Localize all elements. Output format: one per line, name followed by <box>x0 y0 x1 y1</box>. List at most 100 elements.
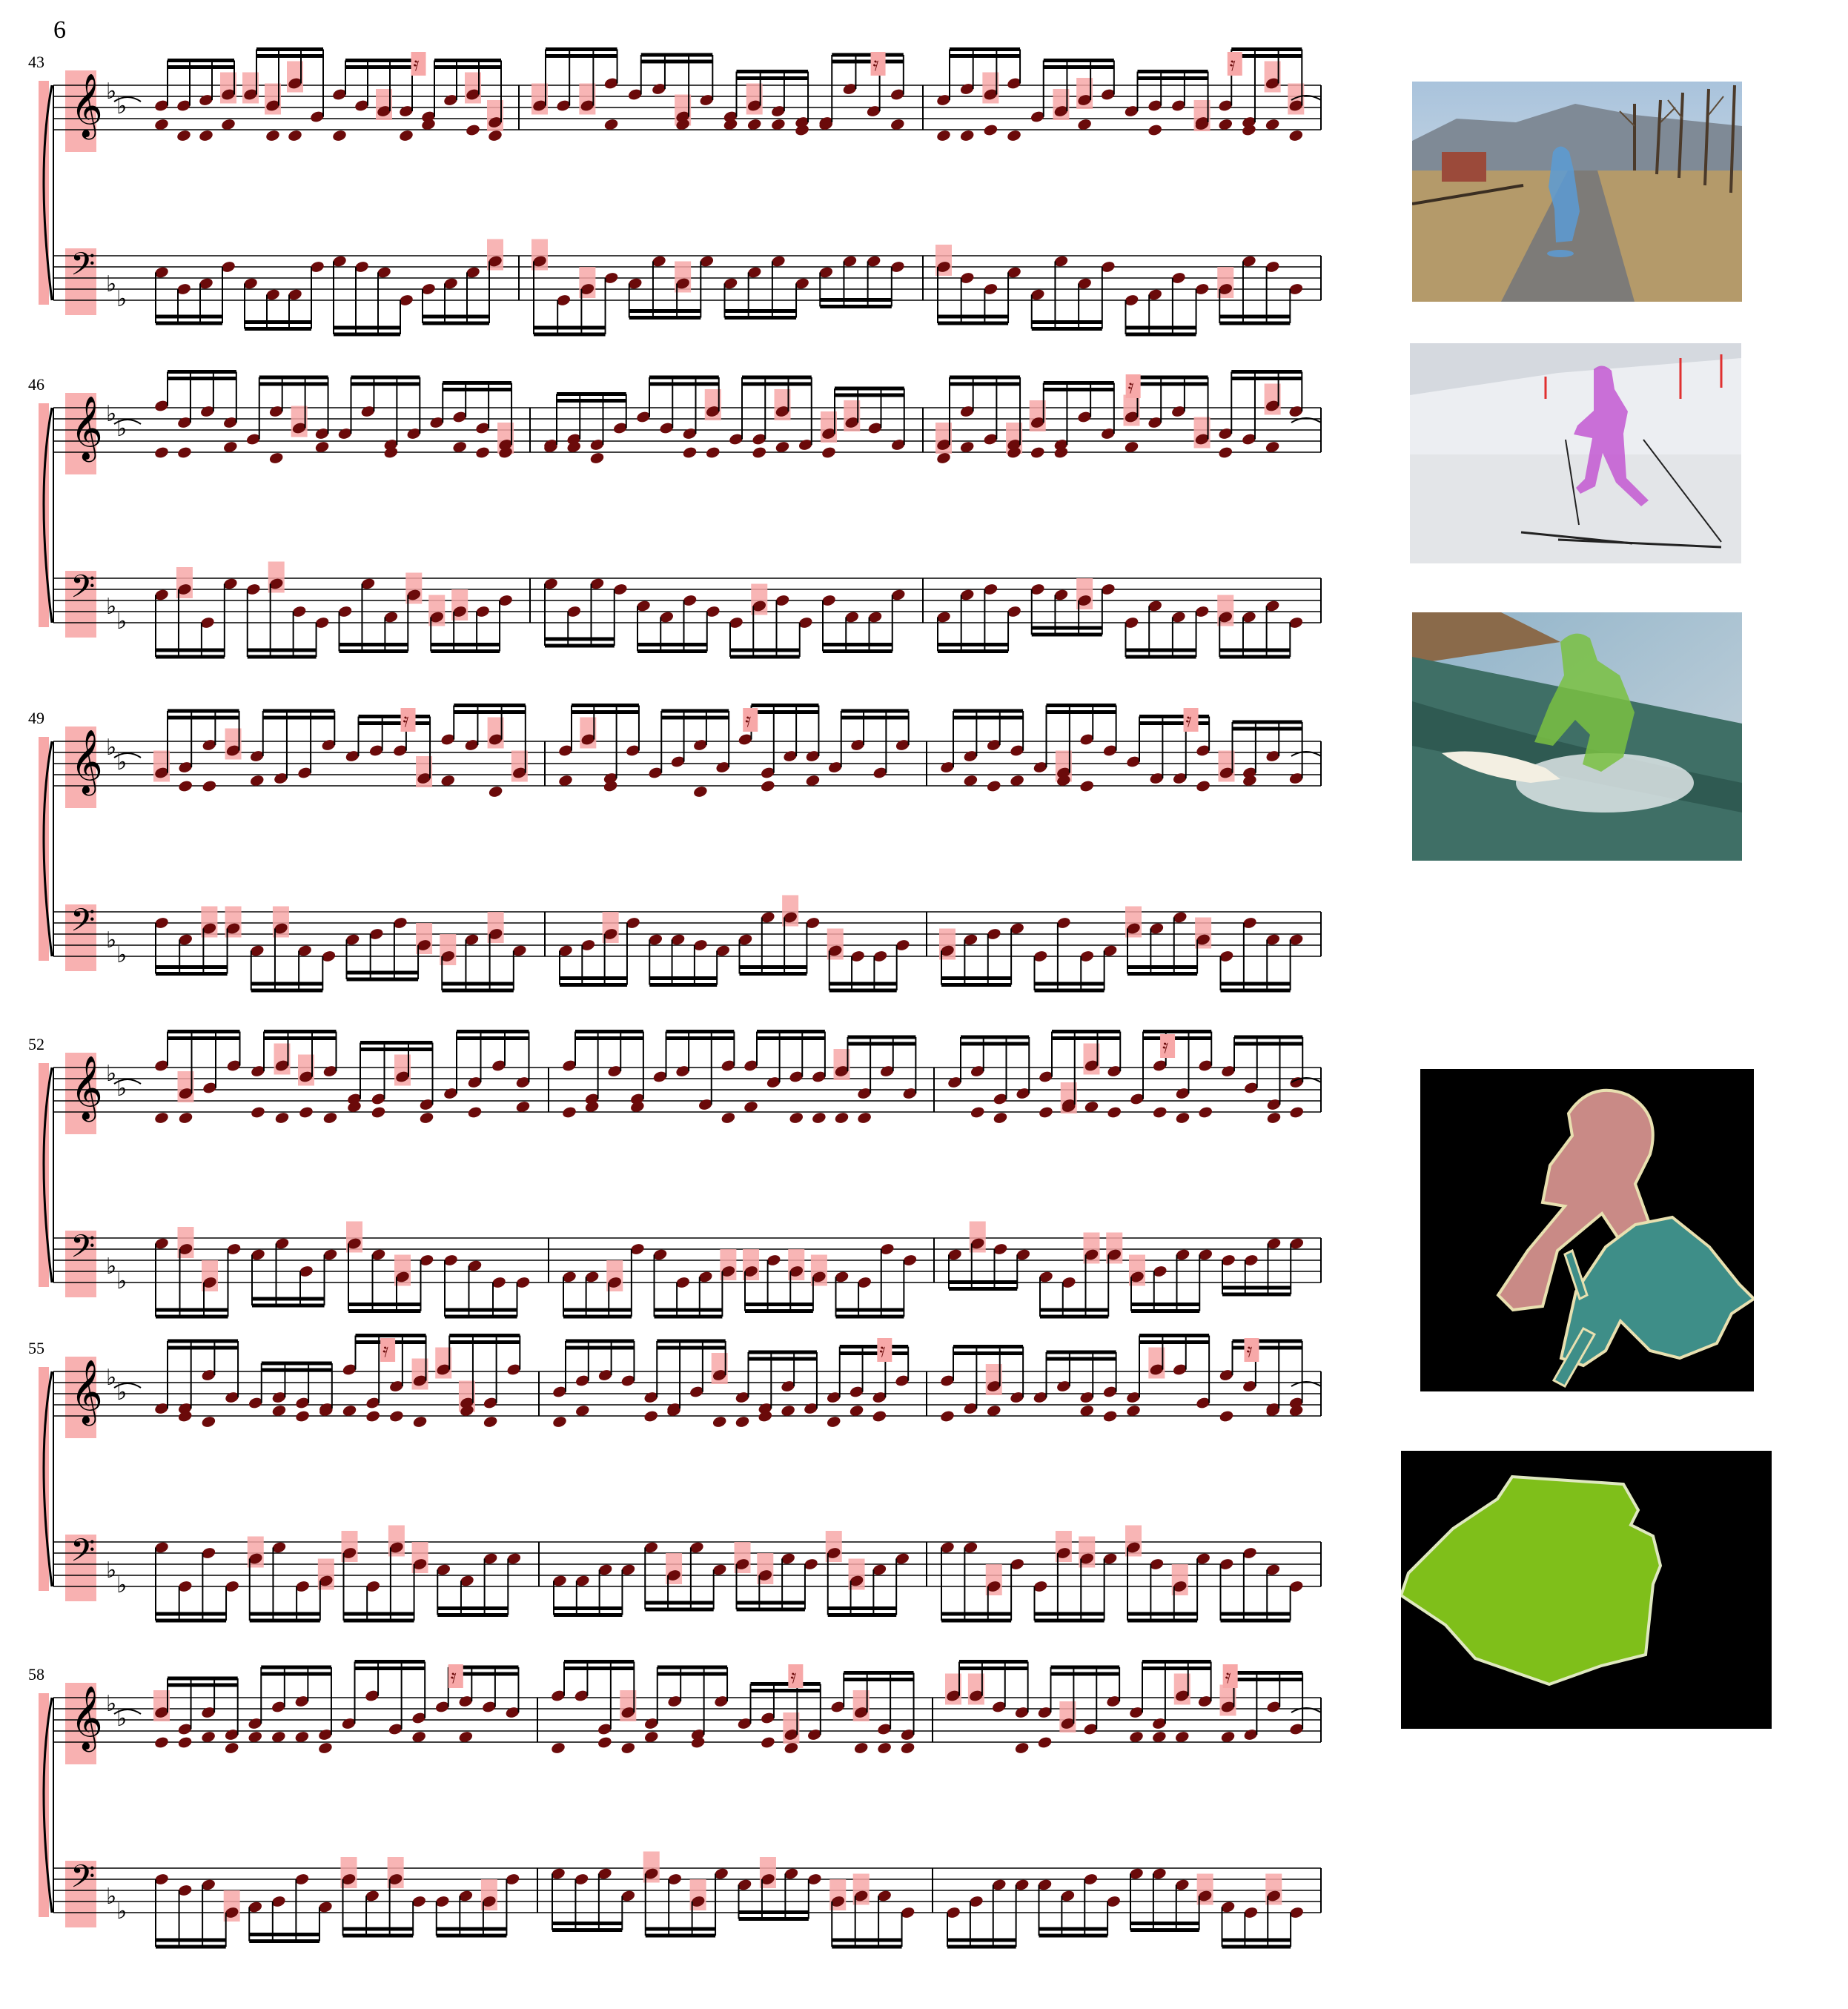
notehead <box>177 130 191 141</box>
notehead <box>552 1743 565 1753</box>
notehead <box>323 1113 337 1123</box>
notehead <box>854 1743 868 1753</box>
rest-icon: 𝄿 <box>790 1666 796 1688</box>
staff-graphics: 𝄞 ♭♭𝄢 ♭♭𝄿 <box>39 1030 1322 1319</box>
notehead <box>1290 1107 1303 1118</box>
bass-clef-icon: 𝄢 <box>70 246 95 291</box>
page-number: 6 <box>53 16 66 44</box>
staff-graphics: 𝄞 ♭♭𝄢 ♭♭𝄿 𝄿 𝄿 <box>39 1660 1322 1949</box>
thumbnail-mask-object <box>1401 1451 1772 1729</box>
measure-number: 55 <box>28 1339 44 1357</box>
measure-number: 46 <box>28 375 44 394</box>
notehead <box>878 1743 891 1753</box>
flat-icon: ♭ <box>106 271 116 297</box>
flat-icon: ♭ <box>116 942 127 968</box>
notehead <box>789 1113 803 1123</box>
notehead <box>822 447 835 458</box>
notehead <box>178 447 191 458</box>
notehead <box>827 1417 841 1427</box>
notehead <box>179 1113 193 1123</box>
notehead <box>202 1417 216 1427</box>
notehead <box>1153 1107 1167 1118</box>
thumbnail-surfer <box>1412 612 1742 861</box>
notehead <box>1039 1107 1053 1118</box>
notehead <box>761 1737 775 1748</box>
notehead <box>1080 781 1093 792</box>
notehead <box>1219 447 1232 458</box>
notehead <box>683 447 697 458</box>
treble-clef-icon: 𝄞 <box>70 1056 103 1122</box>
notehead <box>1103 1411 1117 1422</box>
notehead <box>835 1113 849 1123</box>
music-system: 49 𝄞 ♭ ♭ 𝄢 ♭ ♭ 𝄿 𝄿 𝄿 <box>0 704 1334 1053</box>
notehead <box>333 130 346 141</box>
flat-icon: ♭ <box>106 1558 116 1583</box>
flat-icon: ♭ <box>116 609 127 635</box>
notehead <box>1015 1743 1029 1753</box>
notehead <box>761 781 775 792</box>
bass-clef-icon: 𝄢 <box>70 902 95 947</box>
rest-icon: 𝄿 <box>1225 1666 1231 1688</box>
notehead <box>269 453 283 463</box>
notehead <box>621 1743 635 1753</box>
rest-icon: 𝄿 <box>1186 709 1192 732</box>
notehead <box>712 1417 726 1427</box>
notehead <box>553 1417 566 1427</box>
staff-graphics: 𝄞 ♭♭𝄢 ♭♭𝄿 𝄿 𝄿 <box>39 47 1322 337</box>
notehead <box>466 125 480 136</box>
notehead <box>971 1107 984 1118</box>
notehead <box>1289 130 1303 141</box>
notehead <box>987 781 1001 792</box>
notehead <box>476 447 489 458</box>
notehead <box>590 453 604 463</box>
thumbnail-mask-person-bicycle <box>1420 1069 1754 1391</box>
music-system: 58 𝄞 ♭ ♭ 𝄢 ♭ ♭ 𝄿 𝄿 𝄿 <box>0 1660 1334 2009</box>
treble-clef-icon: 𝄞 <box>70 1360 103 1426</box>
rest-icon: 𝄿 <box>745 709 751 732</box>
notehead <box>319 1743 332 1753</box>
notehead <box>1031 447 1044 458</box>
notehead <box>872 1411 887 1422</box>
notehead <box>288 130 302 141</box>
notehead <box>178 1737 192 1748</box>
notehead <box>984 125 998 136</box>
rest-icon: 𝄿 <box>382 1340 388 1362</box>
rest-icon: 𝄿 <box>403 709 409 732</box>
bass-clef-icon: 𝄢 <box>70 1859 95 1903</box>
staff-graphics: 𝄞 ♭♭𝄢 ♭♭𝄿 <box>39 370 1322 659</box>
notehead <box>155 1113 168 1123</box>
notehead <box>941 1411 954 1422</box>
music-system: 55 𝄞 ♭ ♭ 𝄢 ♭ ♭ 𝄿 𝄿 𝄿 <box>0 1334 1334 1683</box>
notehead <box>266 130 279 141</box>
notehead <box>937 130 950 141</box>
rest-icon: 𝄿 <box>1246 1340 1252 1362</box>
notehead <box>598 1737 612 1748</box>
notehead <box>901 1743 915 1753</box>
bass-clef-icon: 𝄢 <box>70 1228 95 1273</box>
notehead <box>179 781 192 792</box>
notehead <box>960 130 974 141</box>
flat-icon: ♭ <box>106 594 116 620</box>
notehead <box>251 1107 265 1118</box>
notehead <box>1038 1737 1052 1748</box>
treble-clef-icon: 𝄞 <box>70 73 103 140</box>
notehead <box>400 130 413 141</box>
bass-clef-icon: 𝄢 <box>70 1532 95 1577</box>
notehead <box>155 447 168 458</box>
measure-number: 52 <box>28 1035 44 1053</box>
notehead <box>420 1113 434 1123</box>
notehead <box>735 1417 749 1427</box>
flat-icon: ♭ <box>116 1899 127 1924</box>
rest-icon: 𝄿 <box>1128 376 1134 398</box>
flat-icon: ♭ <box>106 1254 116 1280</box>
notehead <box>199 130 213 141</box>
notehead <box>1219 1411 1233 1422</box>
notehead <box>706 447 720 458</box>
notehead <box>202 781 216 792</box>
music-system: 52 𝄞 ♭ ♭ 𝄢 ♭ ♭ 𝄿 <box>0 1030 1334 1379</box>
notehead <box>644 1411 658 1422</box>
notehead <box>1267 1113 1281 1123</box>
treble-clef-icon: 𝄞 <box>70 396 103 463</box>
treble-clef-icon: 𝄞 <box>70 1686 103 1753</box>
rest-icon: 𝄿 <box>413 53 419 76</box>
